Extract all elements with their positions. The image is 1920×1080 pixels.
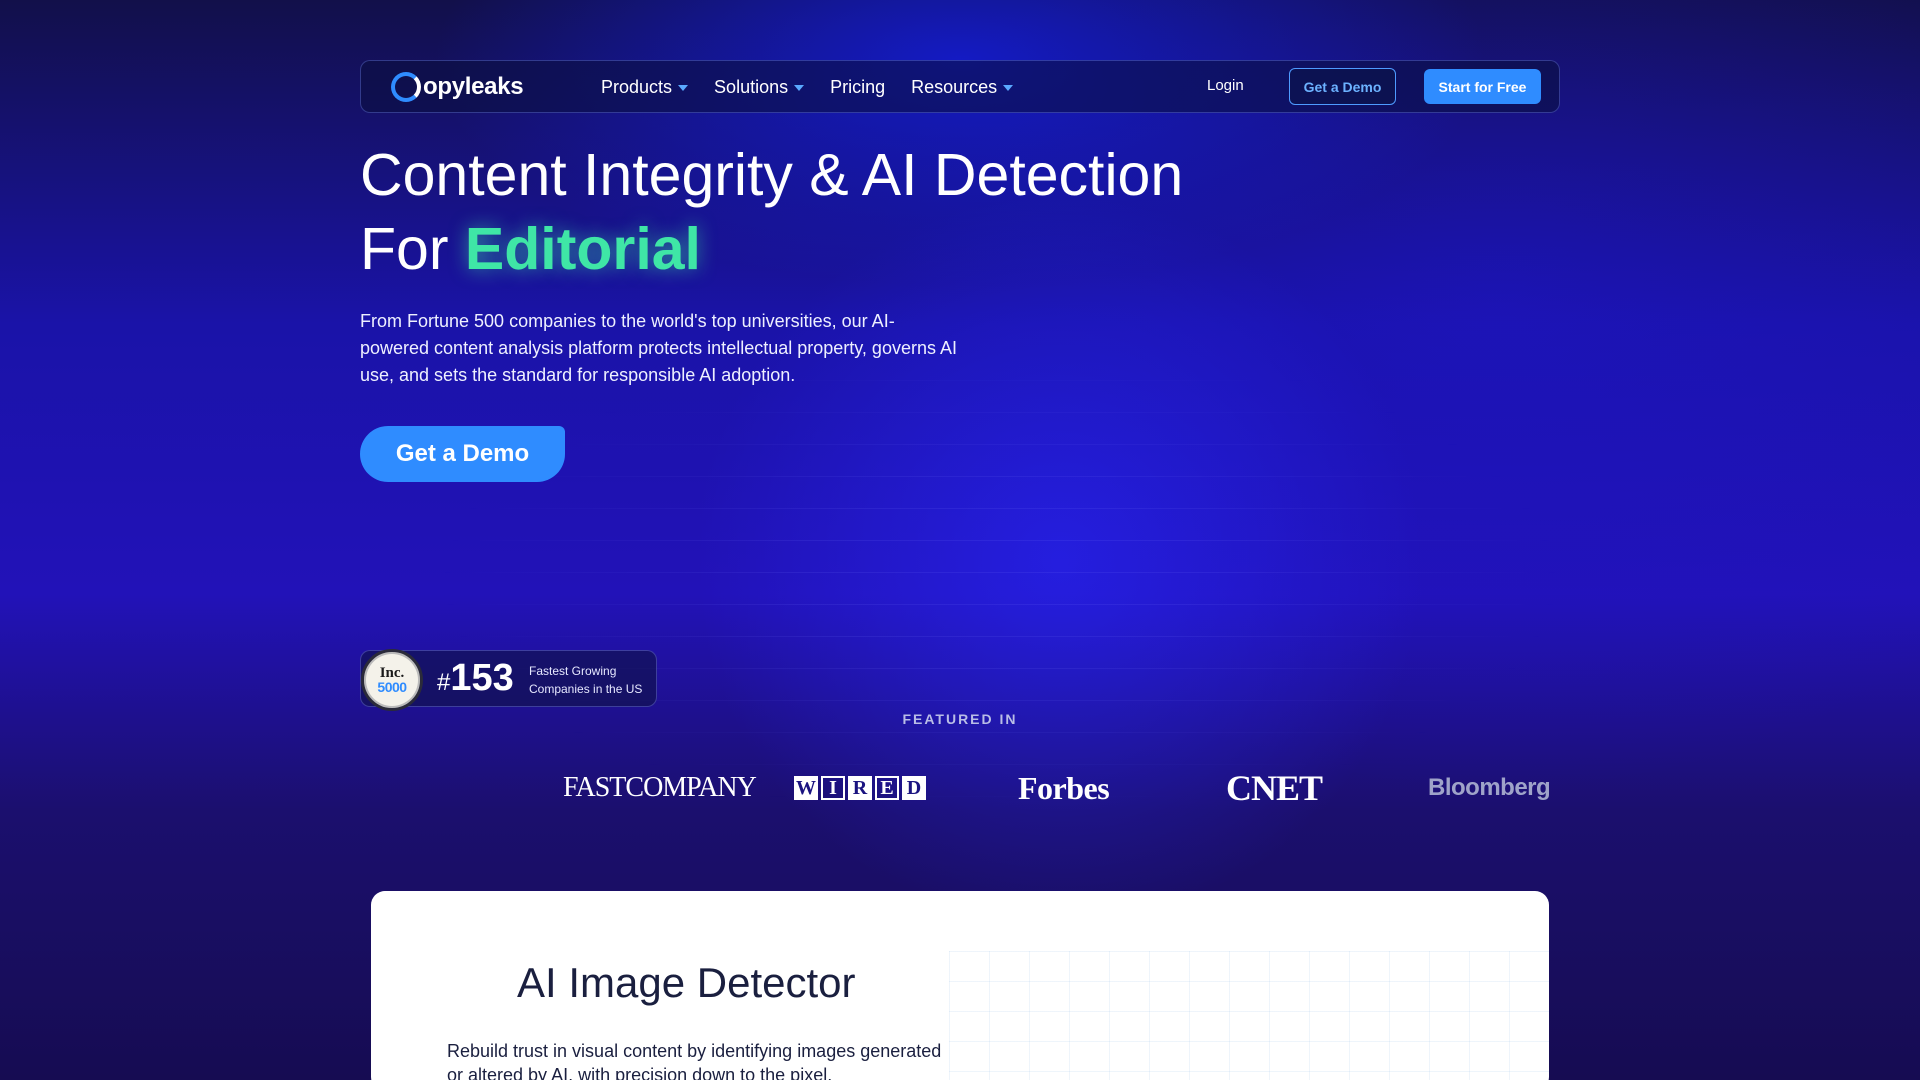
hero-title-line1: Content Integrity & AI Detection bbox=[360, 142, 1184, 208]
inc-seal-word: Inc. bbox=[379, 665, 405, 681]
wired-logo: WIRED bbox=[794, 766, 926, 810]
caret-down-icon bbox=[678, 84, 689, 91]
forbes-logo: Forbes bbox=[1018, 769, 1110, 806]
fast-company-logo: FASTCOMPANY bbox=[563, 772, 757, 803]
copyleaks-logo-icon bbox=[391, 72, 421, 102]
inc-rank-value: 153 bbox=[450, 657, 514, 699]
wired-logo-letter: I bbox=[821, 776, 845, 800]
inc-5000-badge: Inc. 5000 # 153 Fastest Growing Companie… bbox=[360, 649, 657, 711]
caret-down-icon bbox=[794, 84, 805, 91]
inc-rank: # 153 bbox=[437, 659, 514, 697]
background-grid bbox=[0, 380, 1920, 900]
nav-get-demo-button[interactable]: Get a Demo bbox=[1289, 68, 1396, 105]
card-grid-decoration bbox=[949, 951, 1549, 1080]
menu-item-resources[interactable]: Resources bbox=[911, 77, 1014, 98]
press-logos: FASTCOMPANY WIRED Forbes CNET Bloomberg bbox=[540, 766, 1560, 810]
hero-title-prefix: For bbox=[360, 216, 465, 282]
caret-down-icon bbox=[1003, 84, 1014, 91]
cnet-logo: CNET bbox=[1226, 768, 1323, 808]
hero-title-accent: Editorial bbox=[464, 216, 701, 282]
featured-in-heading: FEATURED IN bbox=[902, 711, 1018, 727]
card-description: Rebuild trust in visual content by ident… bbox=[447, 1041, 942, 1080]
inc-seal-number: 5000 bbox=[377, 679, 407, 695]
menu-item-solutions[interactable]: Solutions bbox=[714, 77, 805, 98]
inc-5000-seal-icon: Inc. 5000 bbox=[361, 649, 423, 711]
hero-description: From Fortune 500 companies to the world'… bbox=[360, 311, 957, 385]
menu-item-products[interactable]: Products bbox=[601, 77, 689, 98]
main-menu: Products Solutions Pricing Resources bbox=[601, 61, 1014, 114]
wired-logo-letter: E bbox=[875, 776, 899, 800]
bloomberg-logo: Bloomberg bbox=[1428, 774, 1551, 801]
card-title: AI Image Detector bbox=[517, 959, 856, 1006]
menu-item-label: Solutions bbox=[714, 77, 789, 97]
start-for-free-button[interactable]: Start for Free bbox=[1424, 69, 1541, 104]
wired-logo-letter: W bbox=[794, 776, 818, 800]
menu-item-pricing[interactable]: Pricing bbox=[830, 77, 885, 98]
menu-item-label: Products bbox=[601, 77, 673, 97]
inc-rank-label: Fastest Growing Companies in the US bbox=[529, 664, 643, 696]
wired-logo-letter: R bbox=[848, 776, 872, 800]
top-navbar: opyleaks Products Solutions Pricing Reso… bbox=[360, 60, 1560, 113]
menu-item-label: Pricing bbox=[830, 77, 886, 97]
login-link[interactable]: Login bbox=[1207, 77, 1244, 94]
hero-get-demo-button[interactable]: Get a Demo bbox=[360, 426, 565, 482]
hero-title: Content Integrity & AI Detection For Edi… bbox=[360, 138, 1360, 286]
inc-rank-hash: # bbox=[437, 669, 451, 696]
copyleaks-logo[interactable]: opyleaks bbox=[391, 71, 524, 103]
menu-item-label: Resources bbox=[911, 77, 998, 97]
logo-text: opyleaks bbox=[423, 73, 524, 100]
ai-image-detector-card: AI Image Detector Rebuild trust in visua… bbox=[371, 891, 1549, 1080]
wired-logo-letter: D bbox=[902, 776, 926, 800]
